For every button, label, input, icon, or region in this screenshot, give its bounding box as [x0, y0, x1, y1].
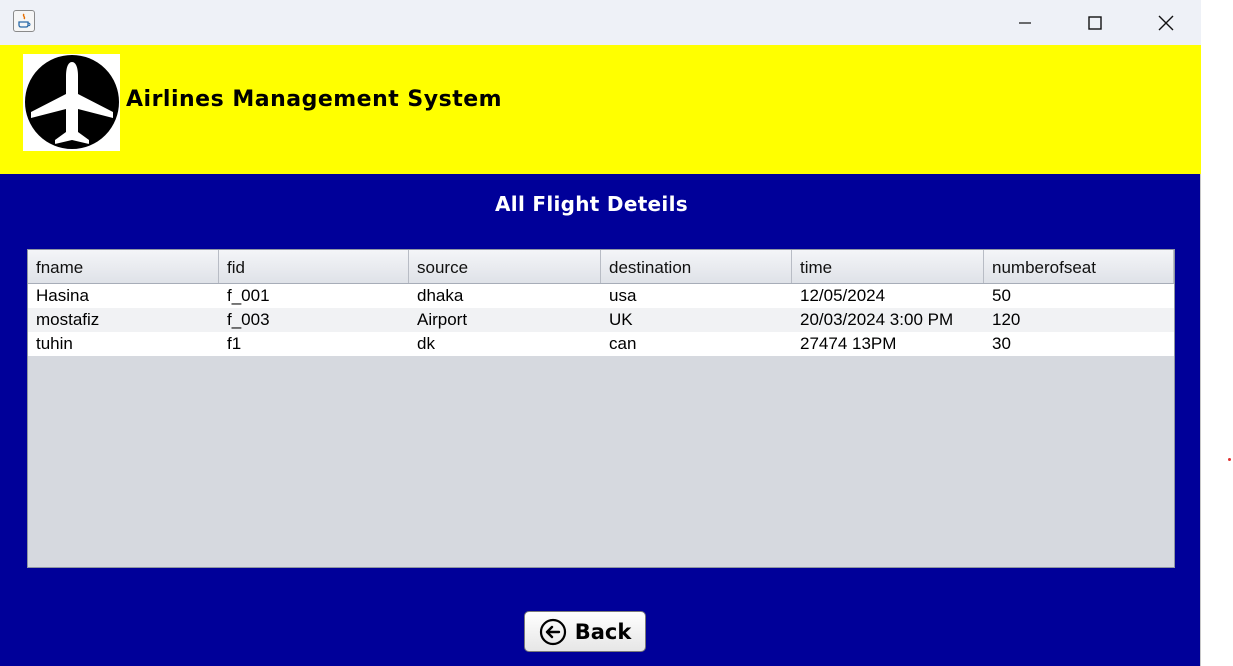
- column-header-time[interactable]: time: [792, 250, 984, 283]
- cell-destination: usa: [609, 286, 637, 305]
- maximize-button[interactable]: [1072, 0, 1118, 45]
- back-button-label: Back: [574, 619, 632, 644]
- column-header-fname[interactable]: fname: [28, 250, 219, 283]
- cell-fid: f_003: [227, 310, 270, 329]
- cell-time: 12/05/2024: [800, 286, 886, 305]
- cell-numberofseat: 30: [992, 334, 1011, 353]
- cell-source: dk: [417, 334, 435, 353]
- column-header-destination[interactable]: destination: [601, 250, 792, 283]
- java-app-icon[interactable]: [13, 10, 35, 32]
- cell-source: Airport: [417, 310, 468, 329]
- cell-fname: tuhin: [36, 334, 73, 353]
- cell-fname: mostafiz: [36, 310, 100, 329]
- column-header-numberofseat[interactable]: numberofseat: [984, 250, 1174, 283]
- cell-fname: Hasina: [36, 286, 89, 305]
- table-row[interactable]: mostafiz f_003 Airport UK 20/03/2024 3:0…: [28, 308, 1174, 332]
- table-row[interactable]: tuhin f1 dk can 27474 13PM 30: [28, 332, 1174, 356]
- decorative-dot: [1228, 458, 1231, 461]
- back-button[interactable]: Back: [524, 611, 646, 652]
- column-header-fid[interactable]: fid: [219, 250, 409, 283]
- minimize-icon: [1019, 21, 1031, 24]
- airplane-logo: [23, 54, 120, 151]
- airplane-icon: [25, 55, 119, 149]
- table-row[interactable]: Hasina f_001 dhaka usa 12/05/2024 50: [28, 284, 1174, 308]
- cell-numberofseat: 50: [992, 286, 1011, 305]
- maximize-icon: [1088, 15, 1102, 30]
- cell-source: dhaka: [417, 286, 464, 305]
- cell-destination: can: [609, 334, 637, 353]
- flight-table[interactable]: fname fid source destination time number…: [27, 249, 1175, 568]
- arrow-left-circle-icon: [539, 618, 566, 645]
- minimize-button[interactable]: [1002, 0, 1048, 45]
- cell-fid: f_001: [227, 286, 270, 305]
- close-icon: [1158, 15, 1174, 30]
- title-bar: [0, 0, 1201, 45]
- main-window: Airlines Management System All Flight De…: [0, 0, 1201, 666]
- page-title: All Flight Deteils: [495, 192, 688, 216]
- cell-numberofseat: 120: [992, 310, 1021, 329]
- column-header-source[interactable]: source: [409, 250, 601, 283]
- app-title: Airlines Management System: [126, 87, 503, 112]
- cell-time: 20/03/2024 3:00 PM: [800, 310, 954, 329]
- cell-destination: UK: [609, 310, 633, 329]
- header-banner: Airlines Management System: [0, 45, 1201, 174]
- close-button[interactable]: [1143, 0, 1189, 45]
- cell-fid: f1: [227, 334, 242, 353]
- table-header: fname fid source destination time number…: [28, 250, 1174, 284]
- cell-time: 27474 13PM: [800, 334, 897, 353]
